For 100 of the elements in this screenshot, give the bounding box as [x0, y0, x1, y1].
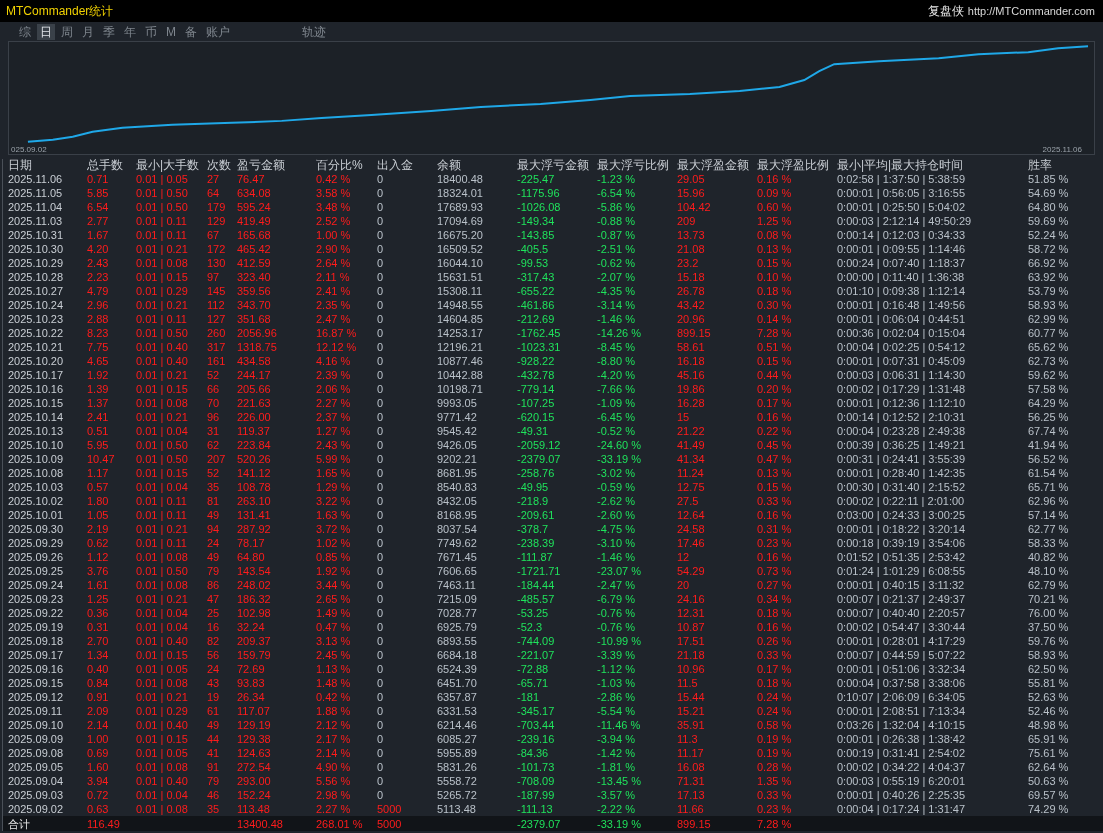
- period-tab[interactable]: 备: [182, 23, 200, 40]
- table-cell-text: 205.66: [237, 382, 272, 396]
- table-cell-text: 2.09: [87, 704, 110, 718]
- table-cell-text: 2025.09.08: [8, 746, 65, 760]
- table-cell-text: 59.62 %: [1028, 368, 1070, 382]
- table-cell-text: 3.48 %: [316, 200, 352, 214]
- table-cell-text: 52: [207, 466, 221, 480]
- table-cell-text: 52: [207, 368, 221, 382]
- table-cell-text: 0.01 | 0.15: [136, 648, 189, 662]
- table-cell-text: 2025.09.15: [8, 676, 65, 690]
- period-tab[interactable]: 账户: [203, 23, 233, 40]
- table-cell-text: 58.93 %: [1028, 298, 1070, 312]
- window-title: MTCommander统计: [6, 2, 114, 20]
- table-cell-text: 0:00:01 | 0:28:01 | 4:17:29: [837, 634, 967, 648]
- table-cell-text: 2025.09.22: [8, 606, 65, 620]
- table-cell-text: 0:00:01 | 0:51:06 | 3:32:34: [837, 662, 967, 676]
- table-cell-text: 2.64 %: [316, 256, 352, 270]
- table-cell-text: -3.57 %: [597, 788, 636, 802]
- table-cell-text: 1.65 %: [316, 466, 352, 480]
- table-cell-text: 2025.10.20: [8, 354, 65, 368]
- table-cell-text: 165.68: [237, 228, 272, 242]
- website-link[interactable]: http://MTCommander.com: [967, 5, 1095, 17]
- table-cell-text: 0:00:02 | 0:22:11 | 2:01:00: [837, 494, 966, 508]
- table-cell-text: -49.95: [517, 480, 550, 494]
- table-cell-text: -52.3: [517, 620, 544, 634]
- table-cell-text: 0: [377, 578, 385, 592]
- table-cell-text: 0.19 %: [757, 746, 793, 760]
- table-cell-text: 434.58: [237, 354, 272, 368]
- table-cell-text: 2025.11.05: [8, 186, 64, 200]
- table-cell-text: 0.26 %: [757, 634, 793, 648]
- table-cell-text: 0:00:24 | 0:07:40 | 1:18:37: [837, 256, 967, 270]
- table-cell-text: 2025.10.27: [8, 284, 65, 298]
- table-cell-text: 0.01 | 0.11: [136, 312, 188, 326]
- table-cell-text: 1.25 %: [757, 214, 793, 228]
- period-tab[interactable]: M: [163, 23, 179, 40]
- table-cell-text: 2056.96: [237, 326, 278, 340]
- table-cell-text: 0.47 %: [316, 620, 352, 634]
- table-cell-text: 1.27 %: [316, 424, 352, 438]
- table-cell-text: 0:00:01 | 2:08:51 | 7:13:34: [837, 704, 967, 718]
- track-tab[interactable]: 轨迹: [299, 23, 329, 40]
- table-cell-text: 1.12: [87, 550, 110, 564]
- table-cell: -2379.07: [517, 817, 561, 830]
- table-cell-text: 0:00:18 | 0:39:19 | 3:54:06: [837, 536, 967, 550]
- table-cell-text: 40.82 %: [1028, 550, 1070, 564]
- table-cell-text: 76.00 %: [1028, 606, 1070, 620]
- period-tab[interactable]: 季: [100, 23, 118, 40]
- period-tab[interactable]: 月: [79, 23, 97, 40]
- table-cell-text: 52.46 %: [1028, 704, 1070, 718]
- table-cell-text: -4.75 %: [597, 522, 636, 536]
- table-cell-text: 0.44 %: [757, 368, 793, 382]
- table-cell-text: 0:00:14 | 0:12:03 | 0:34:33: [837, 228, 967, 242]
- table-cell-text: 248.02: [237, 578, 272, 592]
- table-cell-text: 5265.72: [437, 788, 478, 802]
- table-cell-text: 0: [377, 564, 385, 578]
- table-cell-text: 43.42: [677, 298, 706, 312]
- table-cell-text: 0.01 | 0.40: [136, 354, 189, 368]
- table-cell-text: 13.73: [677, 228, 706, 242]
- table-cell-text: 0.01 | 0.50: [136, 438, 189, 452]
- period-tab[interactable]: 综: [16, 23, 34, 40]
- table-cell-text: 8.23: [87, 326, 110, 340]
- table-cell-text: 67: [207, 228, 221, 242]
- table-cell-text: -239.16: [517, 732, 556, 746]
- table-cell-text: 58.33 %: [1028, 536, 1070, 550]
- table-cell-text: 3.22 %: [316, 494, 352, 508]
- period-tab[interactable]: 币: [142, 23, 160, 40]
- period-tab[interactable]: 周: [58, 23, 76, 40]
- table-cell-text: 23.2: [677, 256, 700, 270]
- table-cell-text: -345.17: [517, 704, 556, 718]
- table-cell-text: 0.01 | 0.40: [136, 340, 189, 354]
- table-cell-text: -111.13: [517, 802, 554, 816]
- table-cell-text: 3.13 %: [316, 634, 352, 648]
- table-cell-text: 0: [377, 480, 385, 494]
- table-cell-text: 0.14 %: [757, 312, 793, 326]
- table-cell-text: 0.63: [87, 802, 110, 816]
- table-cell-text: 9426.05: [437, 438, 478, 452]
- table-cell-text: 2025.10.24: [8, 298, 65, 312]
- table-cell-text: 102.98: [237, 606, 272, 620]
- table-cell-text: 2025.09.09: [8, 732, 65, 746]
- table-cell-text: 64: [207, 186, 221, 200]
- table-cell-text: 1.80: [87, 494, 110, 508]
- table-cell-text: 3.76: [87, 564, 110, 578]
- table-cell-text: 0.23 %: [757, 802, 793, 816]
- table-cell-text: 117.07: [237, 704, 271, 718]
- table-cell-text: 0: [377, 774, 385, 788]
- table-cell-text: 14948.55: [437, 298, 484, 312]
- table-cell-text: 5113.48: [437, 802, 477, 816]
- table-cell-text: -65.71: [517, 676, 550, 690]
- table-cell: -33.19 %: [597, 817, 642, 830]
- table-cell-text: 0.73 %: [757, 564, 793, 578]
- table-cell-text: 2.19: [87, 522, 110, 536]
- table-cell-text: -0.76 %: [597, 606, 636, 620]
- table-cell-text: 12.64: [677, 508, 706, 522]
- table-cell-text: 16.08: [677, 760, 706, 774]
- table-cell-text: 0.15 %: [757, 354, 793, 368]
- period-tab[interactable]: 日: [37, 23, 55, 40]
- period-tab[interactable]: 年: [121, 23, 139, 40]
- table-cell-text: 179: [207, 200, 227, 214]
- table-cell-text: 12: [677, 550, 691, 564]
- table-cell-text: 0.18 %: [757, 284, 793, 298]
- column-header: 余额: [437, 159, 462, 172]
